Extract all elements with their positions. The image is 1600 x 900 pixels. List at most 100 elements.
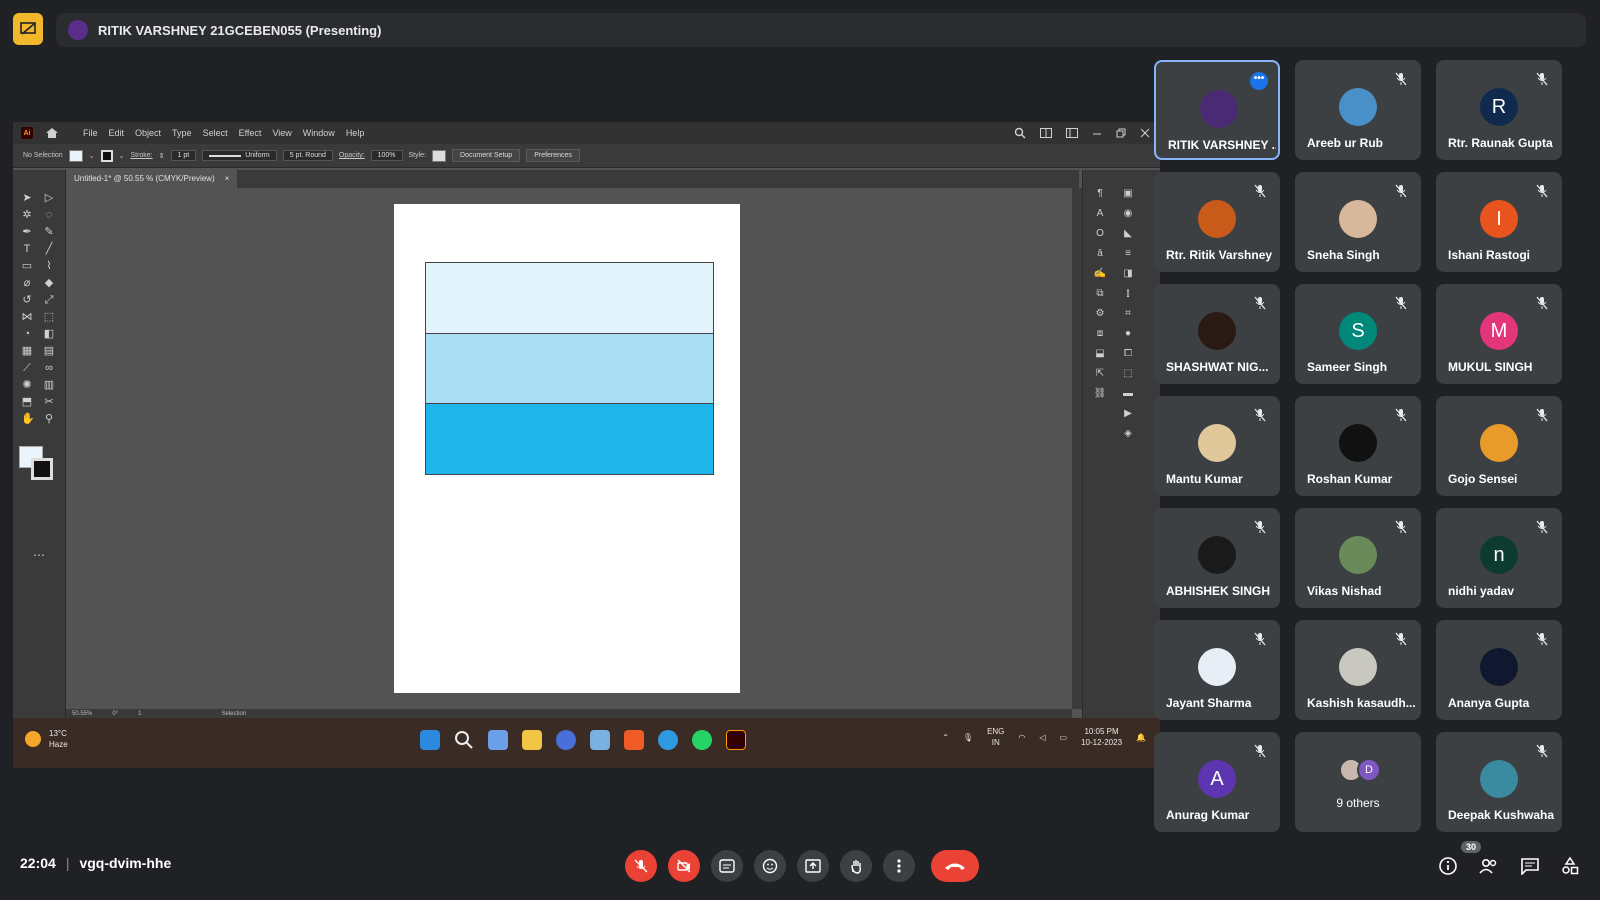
graphic-style-swatch[interactable] <box>432 149 447 162</box>
meeting-details-icon[interactable] <box>1438 856 1458 876</box>
menu-help[interactable]: Help <box>346 128 365 138</box>
fill-dropdown-icon[interactable]: ⌄ <box>89 152 95 160</box>
canvas-vertical-scrollbar[interactable] <box>1072 188 1082 709</box>
more-options-button[interactable] <box>883 850 915 882</box>
minimize-icon[interactable] <box>1092 128 1102 138</box>
stroke-color-swatch[interactable] <box>31 458 53 480</box>
svg-interactivity-panel-icon[interactable]: ⧉ <box>1091 288 1109 299</box>
present-now-button[interactable] <box>797 850 829 882</box>
language-indicator[interactable]: ENG IN <box>987 726 1004 748</box>
eyedropper-tool-icon[interactable]: ⟋ <box>21 362 33 374</box>
lasso-tool-icon[interactable]: ◌ <box>43 209 55 221</box>
zoom-level[interactable]: 50.55% <box>72 711 92 717</box>
free-transform-tool-icon[interactable]: ⬚ <box>43 311 55 323</box>
participant-tile[interactable]: Rtr. Ritik Varshney <box>1154 172 1280 272</box>
graphic-styles-panel-icon[interactable]: ⧠ <box>1119 348 1137 359</box>
document-tab[interactable]: Untitled-1* @ 50.55 % (CMYK/Preview) × <box>66 170 238 188</box>
properties-panel-icon[interactable]: ⚙ <box>1091 308 1109 319</box>
artboard-navigation[interactable]: 1 <box>138 711 141 717</box>
layers-panel-icon[interactable]: ◈ <box>1119 428 1137 439</box>
participant-tile[interactable]: Gojo Sensei <box>1436 396 1562 496</box>
weather-widget[interactable]: 13°C Haze <box>25 728 68 750</box>
menu-view[interactable]: View <box>272 128 291 138</box>
menu-object[interactable]: Object <box>135 128 161 138</box>
canvas-area[interactable] <box>66 188 1072 709</box>
more-options-icon[interactable]: ••• <box>1250 72 1268 90</box>
pen-tool-icon[interactable]: ✒ <box>21 226 33 238</box>
home-icon[interactable] <box>45 127 59 139</box>
links-panel-icon[interactable]: ⛓ <box>1091 388 1109 399</box>
clock[interactable]: 10:05 PM 10-12-2023 <box>1081 726 1122 748</box>
participant-tile[interactable]: Ananya Gupta <box>1436 620 1562 720</box>
more-tools-icon[interactable]: ⋯ <box>33 548 45 562</box>
export-panel-icon[interactable]: ⇱ <box>1091 368 1109 379</box>
artboard-tool-icon[interactable]: ⬒ <box>21 396 33 408</box>
actions-panel-icon[interactable]: ▶ <box>1119 408 1137 419</box>
gradient-tool-icon[interactable]: ▤ <box>43 345 55 357</box>
participant-tile[interactable]: S Sameer Singh <box>1295 284 1421 384</box>
menu-type[interactable]: Type <box>172 128 192 138</box>
appearance-panel-icon[interactable]: ● <box>1119 328 1137 339</box>
variable-width-profile[interactable]: Uniform <box>202 150 277 161</box>
scale-tool-icon[interactable]: ⤢ <box>43 294 55 306</box>
pathfinder-panel-icon[interactable]: ⧈ <box>1091 328 1109 339</box>
captions-button[interactable] <box>711 850 743 882</box>
perspective-grid-tool-icon[interactable]: ▦ <box>21 345 33 357</box>
paragraph-panel-icon[interactable]: ¶ <box>1091 188 1109 199</box>
symbol-sprayer-tool-icon[interactable]: ✺ <box>21 379 33 391</box>
windows-start-icon[interactable] <box>420 730 440 750</box>
stroke-swatch[interactable] <box>100 149 113 162</box>
participant-tile[interactable]: Deepak Kushwaha <box>1436 732 1562 832</box>
character-panel-icon[interactable]: A <box>1091 208 1109 219</box>
type-tool-icon[interactable]: T <box>21 243 33 255</box>
taskbar-search-icon[interactable] <box>454 730 474 750</box>
artboard[interactable] <box>394 204 740 693</box>
presenting-icon[interactable] <box>13 13 43 45</box>
participant-tile[interactable]: SHASHWAT NIG... <box>1154 284 1280 384</box>
glyphs-panel-icon[interactable]: ā <box>1091 248 1109 259</box>
brave-browser-icon[interactable] <box>624 730 644 750</box>
battery-icon[interactable]: ▭ <box>1060 733 1068 742</box>
notifications-icon[interactable]: 🔔 <box>1136 733 1146 742</box>
participant-tile[interactable]: RITIK VARSHNEY ... ••• <box>1154 60 1280 160</box>
microphone-off-button[interactable] <box>625 850 657 882</box>
opentype-panel-icon[interactable]: O <box>1091 228 1109 239</box>
chat-icon[interactable] <box>1520 857 1540 875</box>
asset-export-panel-icon[interactable]: ⌗ <box>1119 308 1137 319</box>
menu-select[interactable]: Select <box>203 128 228 138</box>
menu-effect[interactable]: Effect <box>239 128 262 138</box>
fill-swatch[interactable] <box>68 149 83 162</box>
camera-off-button[interactable] <box>668 850 700 882</box>
participant-tile[interactable]: n nidhi yadav <box>1436 508 1562 608</box>
magic-wand-tool-icon[interactable]: ✲ <box>21 209 33 221</box>
close-tab-icon[interactable]: × <box>225 174 230 184</box>
participant-tile[interactable]: ABHISHEK SINGH <box>1154 508 1280 608</box>
meeting-code[interactable]: vgq-dvim-hhe <box>79 855 171 871</box>
whatsapp-icon[interactable] <box>692 730 712 750</box>
workspace-icon[interactable] <box>1066 128 1078 138</box>
participant-tile[interactable]: Sneha Singh <box>1295 172 1421 272</box>
selection-tool-icon[interactable]: ➤ <box>21 192 33 204</box>
photos-icon[interactable] <box>590 730 610 750</box>
rotate-view[interactable]: 0° <box>112 711 118 717</box>
raise-hand-button[interactable] <box>840 850 872 882</box>
zoom-tool-icon[interactable]: ⚲ <box>43 413 55 425</box>
rectangle-cyan[interactable] <box>425 403 714 475</box>
stroke-panel-icon[interactable]: ≡ <box>1119 248 1137 259</box>
rectangle-medium-blue[interactable] <box>425 333 714 404</box>
preferences-button[interactable]: Preferences <box>526 149 580 162</box>
eraser-tool-icon[interactable]: ◆ <box>43 277 55 289</box>
swatches-panel-icon[interactable]: ◣ <box>1119 228 1137 239</box>
volume-icon[interactable]: ◁ <box>1039 733 1045 742</box>
color-panel-icon[interactable]: ▣ <box>1119 188 1137 199</box>
search-icon[interactable] <box>1014 127 1026 139</box>
participant-tile[interactable]: Roshan Kumar <box>1295 396 1421 496</box>
show-hidden-icons-icon[interactable]: ⌃ <box>942 733 949 742</box>
menu-window[interactable]: Window <box>303 128 335 138</box>
transform-panel-icon[interactable]: ⬓ <box>1091 348 1109 359</box>
people-icon[interactable] <box>1478 857 1500 875</box>
paintbrush-tool-icon[interactable]: ⌇ <box>43 260 55 272</box>
document-setup-button[interactable]: Document Setup <box>452 149 521 162</box>
graph-tool-icon[interactable]: ▥ <box>43 379 55 391</box>
menu-edit[interactable]: Edit <box>109 128 125 138</box>
